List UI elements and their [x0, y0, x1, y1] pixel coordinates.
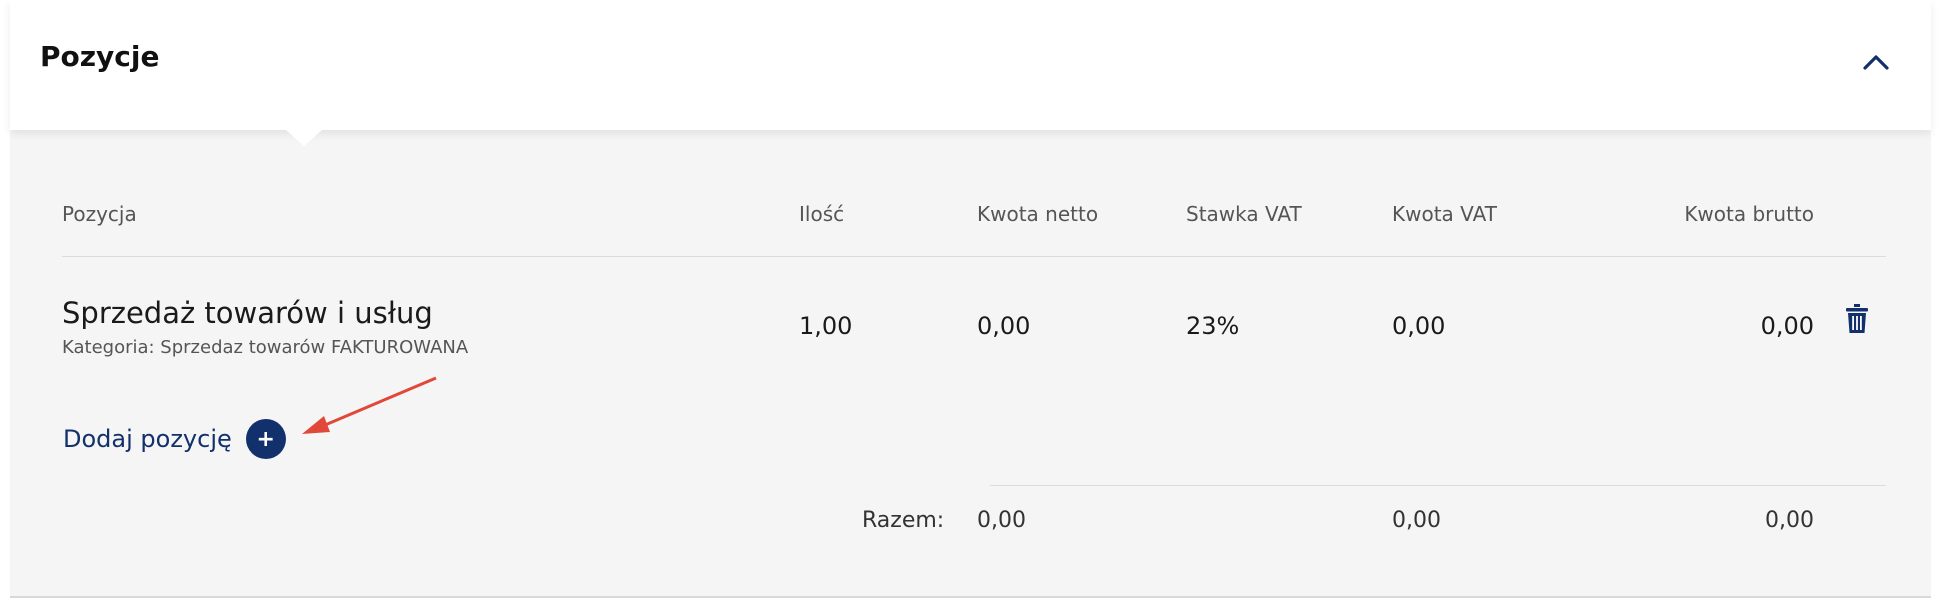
item-net-amount[interactable]: 0,00 — [977, 312, 1030, 340]
totals-net: 0,00 — [977, 508, 1026, 533]
column-header-gross: Kwota brutto — [1684, 202, 1814, 226]
trash-icon[interactable] — [1844, 303, 1870, 335]
add-item-button[interactable]: Dodaj pozycję + — [63, 419, 286, 459]
totals-gross: 0,00 — [1765, 508, 1814, 533]
header-pointer-notch — [286, 130, 322, 146]
add-item-label[interactable]: Dodaj pozycję — [63, 425, 232, 453]
section-title: Pozycje — [40, 40, 160, 73]
invoice-items-section: Pozycje Pozycja Ilość Kwota netto Stawka… — [0, 0, 1939, 602]
column-header-net: Kwota netto — [977, 202, 1099, 226]
item-gross-amount[interactable]: 0,00 — [1674, 312, 1814, 340]
item-quantity[interactable]: 1,00 — [799, 312, 852, 340]
column-header-quantity: Ilość — [799, 202, 845, 226]
item-category: Kategoria: Sprzedaz towarów FAKTUROWANA — [62, 337, 469, 358]
section-header[interactable]: Pozycje — [10, 0, 1931, 130]
column-header-position: Pozycja — [62, 202, 137, 226]
column-header-vat-amount: Kwota VAT — [1392, 202, 1497, 226]
chevron-up-icon[interactable] — [1859, 46, 1893, 80]
item-name[interactable]: Sprzedaż towarów i usług — [62, 296, 433, 330]
totals-label: Razem: — [862, 508, 945, 533]
plus-circle-icon[interactable]: + — [245, 419, 286, 459]
totals-vat-amount: 0,00 — [1392, 508, 1441, 533]
item-vat-rate[interactable]: 23% — [1186, 312, 1239, 340]
totals-divider — [990, 485, 1886, 486]
header-divider — [62, 256, 1886, 257]
column-header-vat-rate: Stawka VAT — [1186, 202, 1302, 226]
item-vat-amount: 0,00 — [1392, 312, 1446, 340]
items-panel: Pozycja Ilość Kwota netto Stawka VAT Kwo… — [10, 130, 1931, 598]
